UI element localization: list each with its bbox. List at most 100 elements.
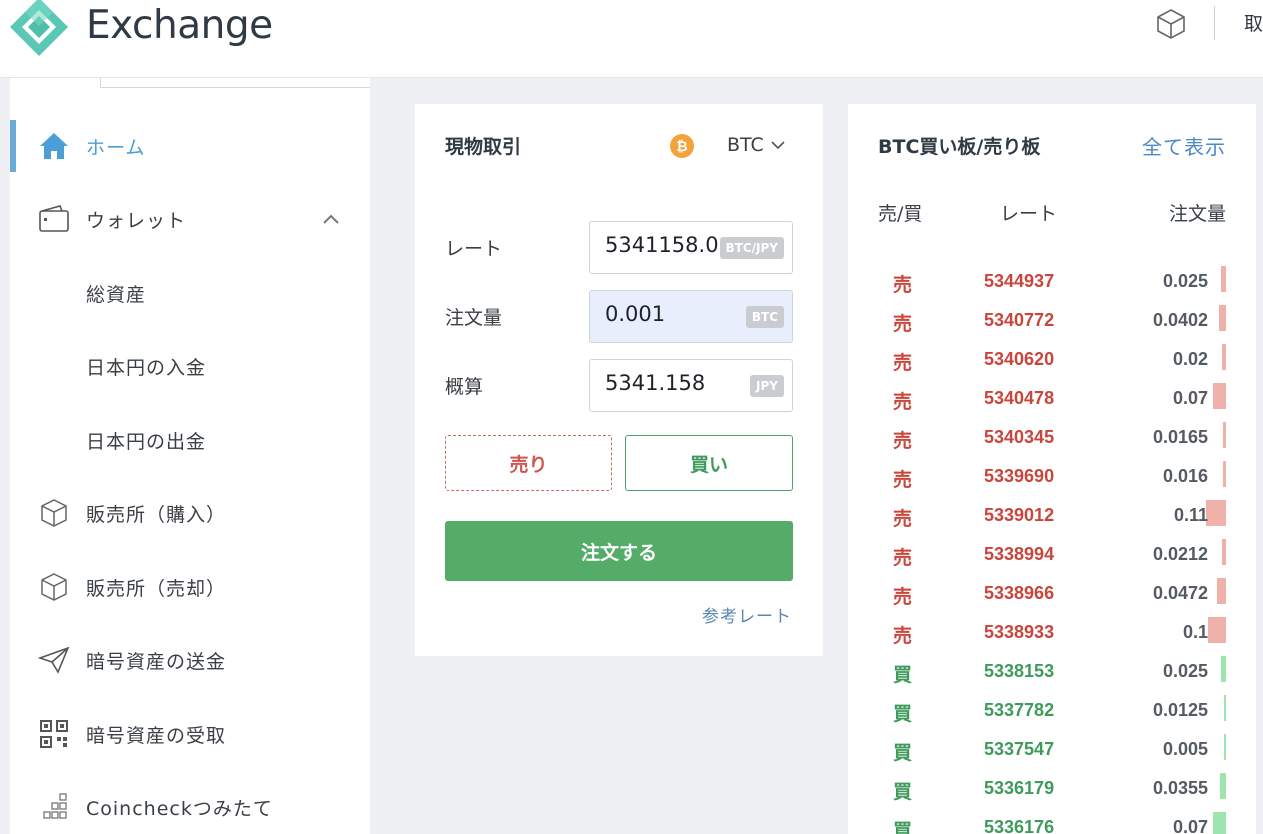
order-amount: 0.0355 bbox=[1152, 778, 1208, 798]
logo-icon[interactable] bbox=[6, 0, 72, 60]
top-header: Exchange 取 bbox=[0, 0, 1263, 78]
header-trade-link[interactable]: 取 bbox=[1244, 9, 1263, 36]
spot-trade-panel: 現物取引 ₿ BTC レート 5341158.0 BTC/JPY 注文量 0.0… bbox=[415, 104, 823, 656]
estimate-label: 概算 bbox=[445, 376, 484, 398]
reference-rate-link[interactable]: 参考レート bbox=[702, 602, 792, 627]
depth-bar bbox=[1219, 305, 1226, 331]
sidebar-item-wallet[interactable]: ウォレット bbox=[10, 194, 370, 244]
ask-row[interactable]: 売 5338994 0.0212 bbox=[848, 535, 1256, 574]
order-amount: 0.0212 bbox=[1152, 544, 1208, 564]
order-amount: 0.016 bbox=[1162, 466, 1208, 486]
depth-bar bbox=[1224, 695, 1226, 721]
sidebar-item-tsumitate[interactable]: Coincheckつみたて bbox=[10, 782, 370, 832]
ask-row[interactable]: 売 5340620 0.02 bbox=[848, 340, 1256, 379]
rate-field[interactable]: 5341158.0 BTC/JPY bbox=[589, 221, 793, 274]
order-side: 売 bbox=[893, 469, 913, 491]
order-side: 売 bbox=[893, 352, 913, 374]
sidebar-item-label: ウォレット bbox=[86, 209, 187, 232]
order-rate: 5338994 bbox=[984, 544, 1055, 564]
amount-label: 注文量 bbox=[445, 307, 503, 329]
sidebar-item-label: 日本円の入金 bbox=[86, 356, 207, 379]
sidebar-item-label: 暗号資産の受取 bbox=[86, 724, 227, 747]
place-order-button[interactable]: 注文する bbox=[445, 521, 793, 581]
order-side: 買 bbox=[893, 742, 913, 764]
order-rate: 5338933 bbox=[984, 622, 1055, 642]
bid-row[interactable]: 買 5337782 0.0125 bbox=[848, 691, 1256, 730]
depth-bar bbox=[1217, 578, 1226, 604]
column-header-amount: 注文量 bbox=[1168, 203, 1226, 225]
ask-row[interactable]: 売 5339012 0.11 bbox=[848, 496, 1256, 535]
bid-row[interactable]: 買 5336176 0.07 bbox=[848, 808, 1256, 834]
bitcoin-icon: ₿ bbox=[670, 134, 694, 158]
sidebar-item-home[interactable]: ホーム bbox=[10, 121, 370, 171]
amount-field[interactable]: 0.001 BTC bbox=[589, 290, 793, 343]
order-rate: 5340345 bbox=[984, 427, 1055, 447]
rate-label: レート bbox=[445, 238, 503, 260]
column-header-rate: レート bbox=[1000, 203, 1058, 225]
sidebar-item-jpy-deposit[interactable]: 日本円の入金 bbox=[10, 341, 370, 391]
coin-select[interactable]: BTC bbox=[727, 134, 786, 156]
sidebar-item-label: 販売所（売却） bbox=[86, 577, 227, 600]
sidebar-item-store-sell[interactable]: 販売所（売却） bbox=[10, 562, 370, 612]
order-amount: 0.07 bbox=[1172, 388, 1208, 408]
order-side: 買 bbox=[893, 703, 913, 725]
ask-row[interactable]: 売 5340772 0.0402 bbox=[848, 301, 1256, 340]
sidebar-item-crypto-receive[interactable]: 暗号資産の受取 bbox=[10, 709, 370, 759]
order-side: 売 bbox=[893, 391, 913, 413]
brand-title[interactable]: Exchange bbox=[86, 3, 273, 48]
sidebar-item-label: 総資産 bbox=[86, 283, 147, 306]
sidebar-item-store-buy[interactable]: 販売所（購入） bbox=[10, 488, 370, 538]
bid-row[interactable]: 買 5338153 0.025 bbox=[848, 652, 1256, 691]
ask-row[interactable]: 売 5340478 0.07 bbox=[848, 379, 1256, 418]
ask-row[interactable]: 売 5340345 0.0165 bbox=[848, 418, 1256, 457]
ask-row[interactable]: 売 5338933 0.1 bbox=[848, 613, 1256, 652]
chevron-down-icon bbox=[771, 141, 785, 150]
show-all-link[interactable]: 全て表示 bbox=[1142, 131, 1226, 160]
estimate-field[interactable]: 5341.158 JPY bbox=[589, 359, 793, 412]
order-rate: 5338966 bbox=[984, 583, 1055, 603]
sell-button[interactable]: 売り bbox=[445, 435, 612, 491]
amount-value: 0.001 bbox=[605, 302, 666, 326]
sidebar-search-edge bbox=[100, 78, 370, 88]
order-rate: 5338153 bbox=[984, 661, 1055, 681]
ask-row[interactable]: 売 5338966 0.0472 bbox=[848, 574, 1256, 613]
trade-title: 現物取引 bbox=[445, 136, 522, 158]
depth-bar bbox=[1224, 734, 1226, 760]
order-amount: 0.005 bbox=[1162, 739, 1208, 759]
bid-row[interactable]: 買 5336179 0.0355 bbox=[848, 769, 1256, 808]
depth-bar bbox=[1220, 773, 1226, 799]
order-rate: 5344937 bbox=[984, 271, 1055, 291]
send-icon bbox=[38, 644, 70, 676]
rate-unit-badge: BTC/JPY bbox=[719, 237, 784, 259]
bid-row[interactable]: 買 5337547 0.005 bbox=[848, 730, 1256, 769]
depth-bar bbox=[1222, 344, 1226, 370]
box-icon bbox=[38, 571, 70, 603]
order-amount: 0.0125 bbox=[1152, 700, 1208, 720]
rate-value: 5341158.0 bbox=[605, 233, 719, 257]
order-amount: 0.0472 bbox=[1152, 583, 1208, 603]
order-amount: 0.11 bbox=[1173, 505, 1208, 525]
order-amount: 0.02 bbox=[1172, 349, 1208, 369]
amount-unit-badge: BTC bbox=[745, 306, 784, 328]
order-amount: 0.1 bbox=[1182, 622, 1208, 642]
sidebar-item-total-assets[interactable]: 総資産 bbox=[10, 268, 370, 318]
order-side: 買 bbox=[893, 781, 913, 803]
home-icon bbox=[38, 130, 70, 162]
buy-button[interactable]: 買い bbox=[625, 435, 793, 491]
dots-grid-icon bbox=[38, 791, 70, 823]
order-amount: 0.07 bbox=[1172, 817, 1208, 834]
depth-bar bbox=[1206, 500, 1226, 526]
sidebar-item-crypto-send[interactable]: 暗号資産の送金 bbox=[10, 635, 370, 685]
order-rate: 5337782 bbox=[984, 700, 1055, 720]
order-amount: 0.025 bbox=[1162, 271, 1208, 291]
chevron-up-icon[interactable] bbox=[321, 209, 341, 229]
cube-icon[interactable] bbox=[1150, 4, 1192, 44]
coin-select-value: BTC bbox=[727, 134, 764, 156]
depth-bar bbox=[1223, 461, 1226, 487]
order-amount: 0.025 bbox=[1162, 661, 1208, 681]
ask-row[interactable]: 売 5339690 0.016 bbox=[848, 457, 1256, 496]
order-side: 売 bbox=[893, 586, 913, 608]
sidebar-item-jpy-withdraw[interactable]: 日本円の出金 bbox=[10, 415, 370, 465]
ask-row[interactable]: 売 5344937 0.025 bbox=[848, 262, 1256, 301]
order-rate: 5336179 bbox=[984, 778, 1055, 798]
